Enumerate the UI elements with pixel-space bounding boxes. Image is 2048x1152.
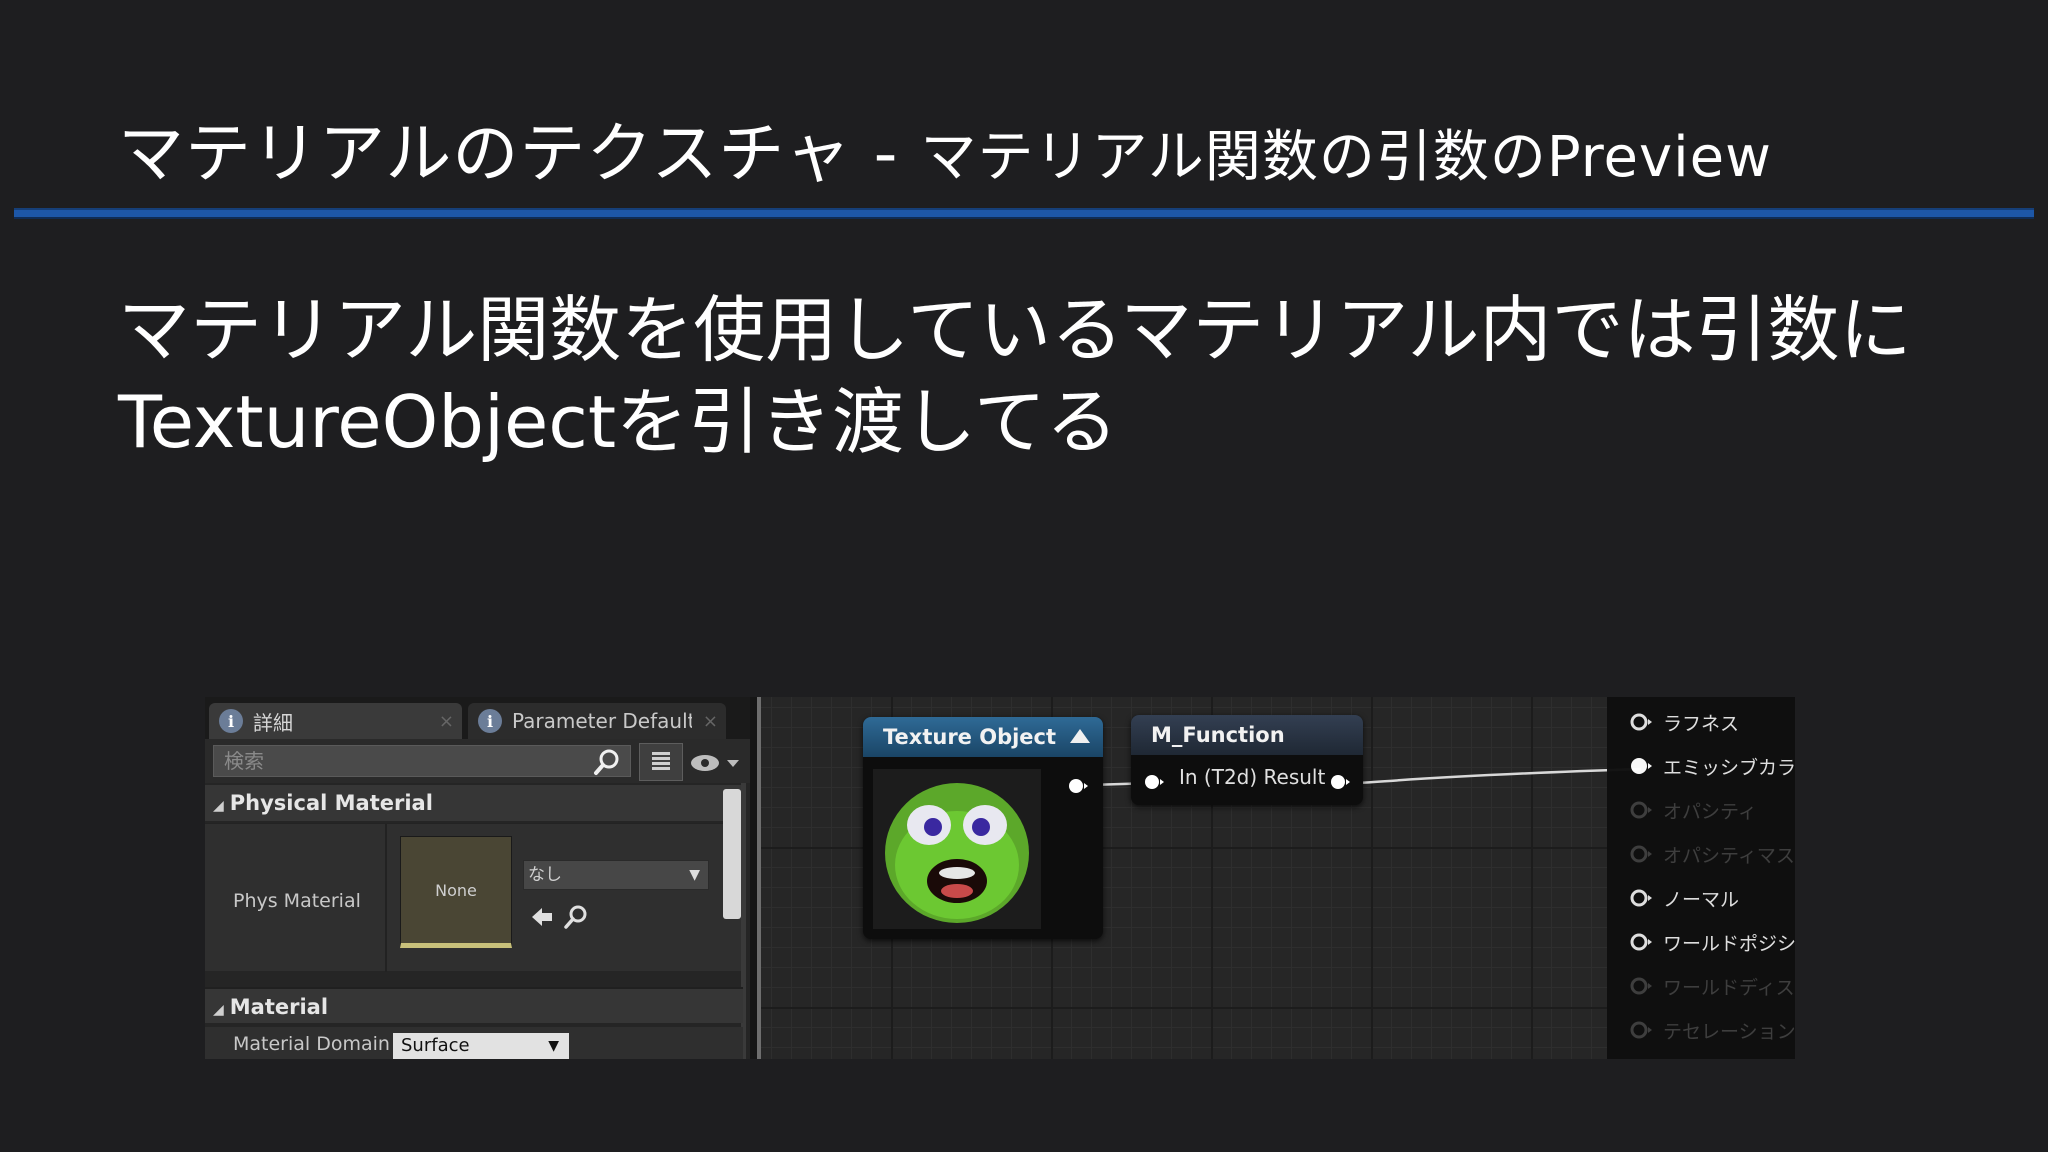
tab-details[interactable]: i 詳細 × [209, 703, 462, 739]
phys-material-label: Phys Material [233, 890, 361, 912]
category-physical-material-label: Physical Material [229, 791, 433, 815]
material-pin-label: ワールドディスプレイスメント [1663, 976, 1795, 999]
pin-ring-icon [1630, 977, 1652, 995]
material-pin-opacity[interactable]: オパシティ [1629, 795, 1757, 825]
pin-filled-icon [1631, 758, 1652, 774]
info-icon: i [478, 709, 502, 733]
scrollbar-thumb[interactable] [723, 789, 741, 919]
phys-material-combo[interactable]: なし ▼ [523, 860, 709, 890]
slide-body: マテリアル関数を使用しているマテリアル内では引数に TextureObjectを… [118, 284, 1912, 468]
close-icon[interactable]: × [439, 711, 454, 732]
material-pin-world-position-offset[interactable]: ワールドポジションオフセット [1629, 927, 1795, 957]
output-pin-icon[interactable] [1067, 777, 1089, 795]
search-row: 検索 [205, 739, 750, 783]
pin-ring-icon [1630, 933, 1652, 951]
pin-ring-icon [1630, 1021, 1652, 1039]
search-input[interactable]: 検索 [213, 745, 631, 777]
slide-title-main: マテリアルのテクスチャ - [118, 115, 921, 192]
texture-object-node[interactable]: Texture Object [863, 717, 1103, 939]
material-pin-emissive[interactable]: エミッシブカラー [1629, 751, 1795, 781]
use-selected-arrow-icon[interactable] [530, 906, 554, 928]
search-icon[interactable] [593, 747, 623, 777]
tab-details-label: 詳細 [253, 710, 293, 735]
browse-search-icon[interactable] [563, 904, 589, 930]
close-icon[interactable]: × [703, 711, 718, 732]
slide-title-sub: マテリアル関数の引数のPreview [920, 125, 1772, 190]
category-material-label: Material [229, 995, 329, 1019]
category-material[interactable]: ◢ Material [205, 987, 743, 1023]
chevron-down-icon: ▼ [548, 1038, 559, 1054]
info-icon: i [219, 709, 243, 733]
texture-object-node-title: Texture Object [863, 717, 1103, 757]
material-pin-tessellation-multiplier[interactable]: テセレーション乗数 [1629, 1015, 1795, 1045]
output-pin-icon[interactable] [1329, 773, 1351, 791]
material-pin-label: オパシティ [1663, 800, 1757, 823]
material-pin-normal[interactable]: ノーマル [1629, 883, 1739, 913]
tab-parameter-defaults[interactable]: i Parameter Defaults × [468, 703, 726, 739]
details-tab-bar: i 詳細 × i Parameter Defaults × [205, 697, 750, 739]
collapse-triangle-icon: ◢ [213, 1002, 224, 1018]
pin-ring-icon [1630, 713, 1652, 731]
material-function-node-title: M_Function [1131, 715, 1363, 755]
slide-body-line-1: マテリアル関数を使用しているマテリアル内では引数に [118, 288, 1912, 372]
material-domain-value: Surface [401, 1035, 470, 1056]
material-pin-label: エミッシブカラー [1663, 756, 1795, 779]
material-domain-label: Material Domain [233, 1033, 390, 1055]
tab-parameter-defaults-label: Parameter Defaults [512, 709, 692, 733]
material-pin-world-displacement[interactable]: ワールドディスプレイスメント [1629, 971, 1795, 1001]
title-rule [14, 208, 2034, 219]
property-phys-material: Phys Material None なし ▼ [205, 823, 743, 972]
pin-ring-icon [1630, 801, 1652, 819]
eye-icon[interactable] [689, 753, 743, 773]
material-domain-combo[interactable]: Surface ▼ [393, 1033, 569, 1059]
pin-ring-icon [1630, 889, 1652, 907]
view-options-button[interactable] [639, 743, 683, 781]
material-result-node[interactable]: ラフネス エミッシブカラー オパシティ オパシティマスク ノーマル ワールドポジ… [1607, 697, 1795, 1059]
chevron-down-icon: ▼ [689, 867, 700, 883]
phys-material-value: なし [528, 865, 562, 885]
material-function-node[interactable]: M_Function In (T2d) Result [1131, 715, 1363, 805]
material-pin-label: テセレーション乗数 [1663, 1020, 1795, 1043]
texture-preview-image [873, 769, 1041, 929]
collapse-preview-icon[interactable] [1069, 727, 1091, 745]
asset-thumbnail[interactable]: None [400, 836, 512, 948]
category-physical-material[interactable]: ◢ Physical Material [205, 785, 743, 821]
collapse-triangle-icon: ◢ [213, 798, 224, 814]
material-graph[interactable]: Texture Object M_Function In (T2d) Resul… [761, 697, 1795, 1059]
material-pin-label: ノーマル [1663, 888, 1740, 911]
slide-body-line-2: TextureObjectを引き渡してる [118, 380, 1118, 464]
wire-function-to-emissive [1350, 767, 1642, 785]
function-pins-label: In (T2d) Result [1179, 765, 1326, 789]
grid-icon [652, 752, 670, 770]
editor-screenshot: i 詳細 × i Parameter Defaults × 検索 ◢ Physi… [205, 697, 1795, 1059]
details-panel: i 詳細 × i Parameter Defaults × 検索 ◢ Physi… [205, 697, 750, 1059]
input-pin-icon[interactable] [1143, 773, 1165, 791]
material-pin-label: ワールドポジションオフセット [1663, 932, 1795, 955]
column-divider[interactable] [385, 824, 387, 972]
material-pin-label: オパシティマスク [1663, 844, 1795, 867]
material-pin-opacity-mask[interactable]: オパシティマスク [1629, 839, 1795, 869]
pin-ring-icon [1630, 845, 1652, 863]
material-pin-roughness[interactable]: ラフネス [1629, 707, 1739, 737]
property-material-domain: Material Domain Surface ▼ [205, 1027, 743, 1059]
slide-title: マテリアルのテクスチャ - マテリアル関数の引数のPreview [118, 100, 1772, 196]
material-pin-label: ラフネス [1663, 712, 1740, 735]
